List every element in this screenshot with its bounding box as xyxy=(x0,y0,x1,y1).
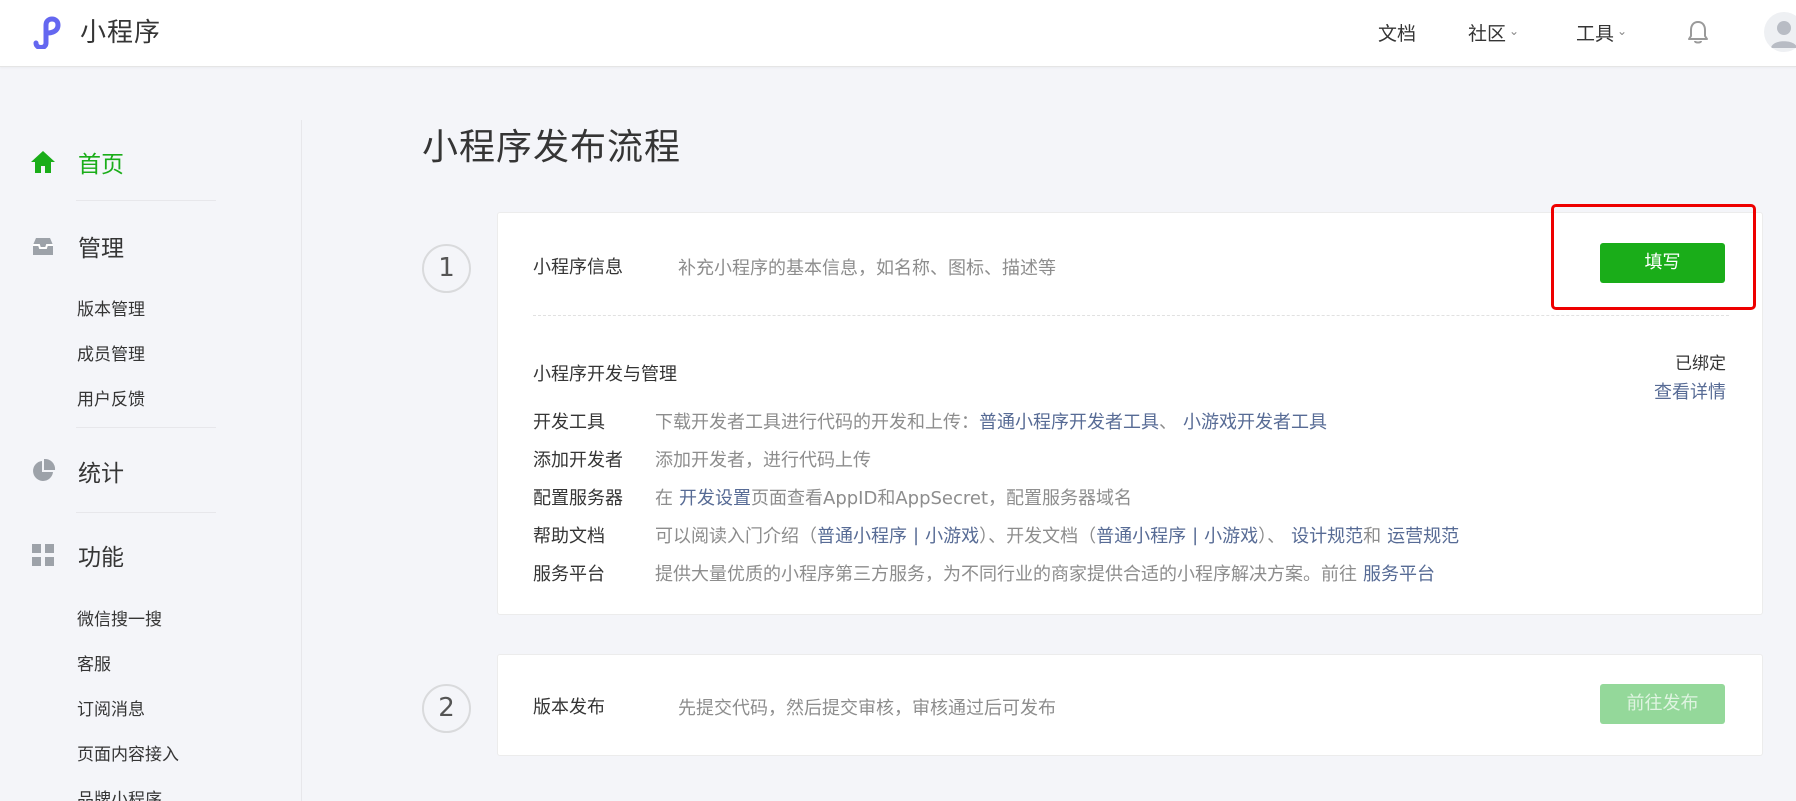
nav-docs-label: 文档 xyxy=(1378,22,1417,45)
sidebar-item-label: 功能 xyxy=(78,545,124,571)
bound-status: 已绑定 xyxy=(1675,354,1726,374)
sidebar-item-label: 首页 xyxy=(78,152,124,178)
sidebar-item-version-manage[interactable]: 版本管理 xyxy=(77,295,145,320)
dev-tools-row: 开发工具 下载开发者工具进行代码的开发和上传： 普通小程序开发者工具 、 小游戏… xyxy=(533,408,1327,434)
add-developer-row: 添加开发者 添加开发者，进行代码上传 xyxy=(533,446,871,472)
pie-chart-icon xyxy=(30,458,56,484)
link-separator: | xyxy=(1192,524,1199,546)
step1-label: 小程序信息 xyxy=(533,257,623,278)
chevron-down-icon: ⌄ xyxy=(1617,24,1628,38)
design-guidelines-link[interactable]: 设计规范 xyxy=(1291,522,1363,548)
docs-miniprogram-link[interactable]: 普通小程序 xyxy=(1096,522,1186,548)
service-platform-link[interactable]: 服务平台 xyxy=(1363,560,1435,586)
nav-community-label: 社区 xyxy=(1468,22,1507,45)
sidebar-item-page-content[interactable]: 页面内容接入 xyxy=(77,740,179,765)
row-text: 可以阅读入门介绍（ xyxy=(655,526,817,547)
sidebar-item-label: 统计 xyxy=(78,461,124,487)
sidebar-item-features[interactable]: 功能 xyxy=(30,538,124,572)
row-text: ）、 xyxy=(1258,526,1286,547)
row-text: 下载开发者工具进行代码的开发和上传： xyxy=(655,412,979,433)
intro-minigame-link[interactable]: 小游戏 xyxy=(925,522,979,548)
intro-miniprogram-link[interactable]: 普通小程序 xyxy=(817,522,907,548)
sidebar-item-subscribe-message[interactable]: 订阅消息 xyxy=(77,695,145,720)
sidebar-item-member-manage[interactable]: 成员管理 xyxy=(77,340,145,365)
step2-description: 先提交代码，然后提交审核，审核通过后可发布 xyxy=(678,698,1056,719)
dev-manage-title: 小程序开发与管理 xyxy=(533,364,677,385)
step2-card: 版本发布 先提交代码，然后提交审核，审核通过后可发布 前往发布 xyxy=(497,654,1763,756)
sidebar-item-label: 管理 xyxy=(78,236,124,262)
server-config-row: 配置服务器 在 开发设置 页面查看AppID和AppSecret，配置服务器域名 xyxy=(533,484,1132,510)
sidebar-item-customer-service[interactable]: 客服 xyxy=(77,650,111,675)
view-details-link[interactable]: 查看详情 xyxy=(1654,378,1726,404)
page-title: 小程序发布流程 xyxy=(422,127,682,168)
avatar[interactable] xyxy=(1764,12,1796,52)
help-docs-row: 帮助文档 可以阅读入门介绍（ 普通小程序 | 小游戏 ）、开发文档（ 普通小程序… xyxy=(533,522,1459,548)
sidebar-item-manage[interactable]: 管理 xyxy=(30,229,124,263)
go-publish-button[interactable]: 前往发布 xyxy=(1600,684,1725,724)
step2-label: 版本发布 xyxy=(533,697,605,718)
bell-icon[interactable] xyxy=(1684,18,1712,46)
home-icon xyxy=(30,149,56,175)
dev-settings-link[interactable]: 开发设置 xyxy=(679,484,751,510)
logo[interactable]: 小程序 xyxy=(30,12,161,49)
step-number-2: 2 xyxy=(422,684,471,733)
row-label: 开发工具 xyxy=(533,412,605,433)
row-label: 服务平台 xyxy=(533,564,605,585)
divider xyxy=(76,200,216,201)
step-number-1: 1 xyxy=(422,244,471,293)
divider xyxy=(76,512,216,513)
miniprogram-logo-icon xyxy=(33,16,61,49)
link-separator: | xyxy=(913,524,920,546)
docs-minigame-link[interactable]: 小游戏 xyxy=(1204,522,1258,548)
sidebar-item-wechat-search[interactable]: 微信搜一搜 xyxy=(77,605,162,630)
row-text: 添加开发者，进行代码上传 xyxy=(655,450,871,471)
user-icon xyxy=(1771,21,1796,48)
sidebar-item-home[interactable]: 首页 xyxy=(30,145,124,179)
row-label: 帮助文档 xyxy=(533,526,605,547)
sidebar-item-brand-miniprogram[interactable]: 品牌小程序 xyxy=(77,785,162,801)
sidebar-item-stats[interactable]: 统计 xyxy=(30,454,124,488)
row-text: ）、开发文档（ xyxy=(979,526,1097,547)
top-bar: 小程序 文档 社区 ⌄ 工具 ⌄ xyxy=(0,0,1796,67)
row-label: 配置服务器 xyxy=(533,488,623,509)
row-text: 在 xyxy=(655,488,673,509)
nav-tools-label: 工具 xyxy=(1576,22,1615,45)
highlight-box xyxy=(1551,204,1756,310)
divider xyxy=(76,427,216,428)
row-label: 添加开发者 xyxy=(533,450,623,471)
row-text: 和 xyxy=(1363,526,1382,547)
row-text: 提供大量优质的小程序第三方服务，为不同行业的商家提供合适的小程序解决方案。前往 xyxy=(655,564,1357,585)
miniprogram-devtools-link[interactable]: 普通小程序开发者工具 xyxy=(979,408,1159,434)
nav-docs[interactable]: 文档 xyxy=(1378,0,1416,64)
nav-community[interactable]: 社区 ⌄ xyxy=(1468,0,1519,64)
operation-guidelines-link[interactable]: 运营规范 xyxy=(1387,522,1459,548)
logo-text: 小程序 xyxy=(80,18,162,48)
nav-tools[interactable]: 工具 ⌄ xyxy=(1576,0,1627,64)
sidebar-item-feedback[interactable]: 用户反馈 xyxy=(77,385,145,410)
row-text: 页面查看AppID和AppSecret，配置服务器域名 xyxy=(751,488,1133,509)
service-platform-row: 服务平台 提供大量优质的小程序第三方服务，为不同行业的商家提供合适的小程序解决方… xyxy=(533,560,1435,586)
sidebar: 首页 管理 版本管理 成员管理 用户反馈 统计 功能 微信搜一搜 客服 订阅消息… xyxy=(0,120,302,801)
inbox-icon xyxy=(30,233,56,259)
row-separator: 、 xyxy=(1159,412,1177,433)
step1-description: 补充小程序的基本信息，如名称、图标、描述等 xyxy=(678,258,1056,279)
chevron-down-icon: ⌄ xyxy=(1509,24,1520,38)
grid-icon xyxy=(30,542,56,568)
dashed-divider xyxy=(533,315,1729,316)
minigame-devtools-link[interactable]: 小游戏开发者工具 xyxy=(1183,408,1327,434)
